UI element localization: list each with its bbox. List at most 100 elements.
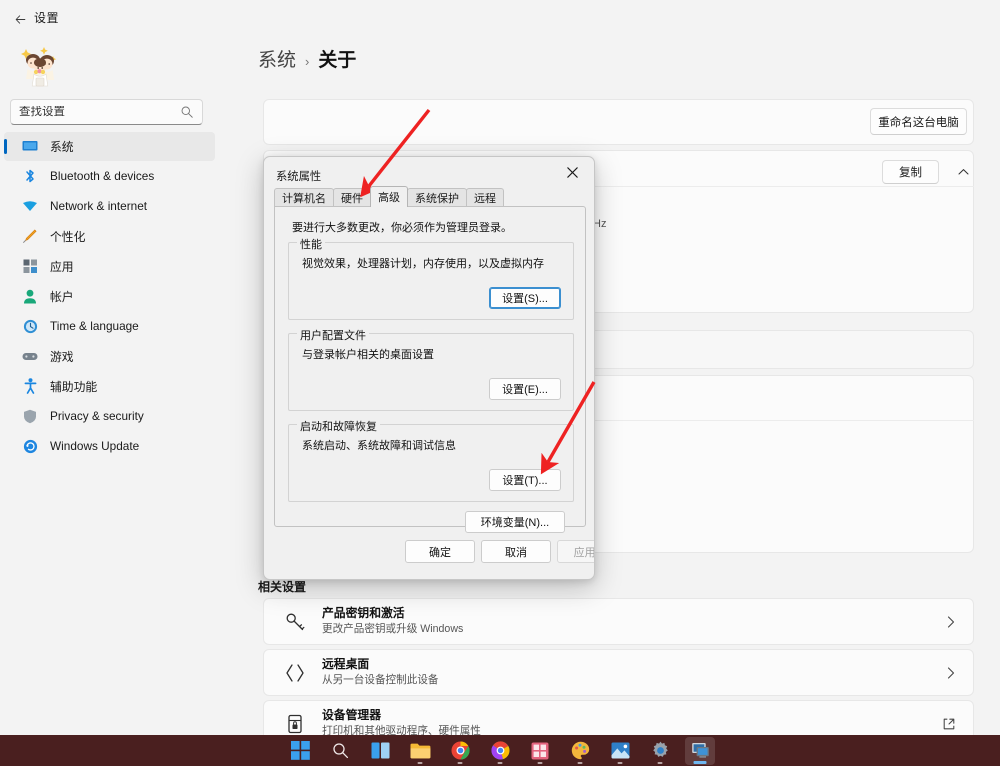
- paint-icon[interactable]: [565, 737, 595, 765]
- avatar-illustration: [14, 40, 66, 92]
- sidebar-item-label: 系统: [50, 138, 74, 155]
- sidebar-item-label: 帐户: [50, 288, 74, 305]
- sidebar-nav: 系统 Bluetooth & devices Network & interne…: [4, 132, 215, 462]
- apps-icon: [22, 258, 38, 274]
- admin-hint-text: 要进行大多数更改，你必须作为管理员登录。: [292, 219, 512, 235]
- running-indicator: [498, 762, 503, 764]
- settings-gear-icon[interactable]: [645, 737, 675, 765]
- settings-window: 设置: [0, 0, 1000, 766]
- sidebar-item-system[interactable]: 系统: [4, 132, 215, 161]
- user-profiles-group: 用户配置文件 与登录帐户相关的桌面设置 设置(E)...: [288, 333, 574, 411]
- performance-group-description: 视觉效果，处理器计划，内存使用，以及虚拟内存: [302, 255, 544, 271]
- dialog-tab-panel-advanced: 要进行大多数更改，你必须作为管理员登录。 性能 视觉效果，处理器计划，内存使用，…: [274, 206, 586, 527]
- wifi-icon: [22, 198, 38, 214]
- search-settings-box[interactable]: [10, 99, 203, 125]
- sidebar-item-network-internet[interactable]: Network & internet: [4, 192, 215, 221]
- app-title: 设置: [34, 9, 59, 26]
- back-arrow-glyph: [14, 13, 27, 26]
- related-settings-heading: 相关设置: [258, 578, 306, 595]
- monitor-icon: [22, 138, 38, 154]
- shield-icon: [22, 408, 38, 424]
- avatar[interactable]: [14, 40, 66, 92]
- account-icon: [22, 288, 38, 304]
- chevron-right-icon: [947, 616, 955, 628]
- taskbar: [0, 735, 1000, 766]
- related-row-subtitle: 从另一台设备控制此设备: [322, 673, 439, 688]
- sidebar-item-label: 应用: [50, 258, 74, 275]
- brush-icon: [22, 228, 38, 244]
- tab-system-protection[interactable]: 系统保护: [407, 188, 467, 207]
- tab-hardware[interactable]: 硬件: [333, 188, 371, 207]
- environment-variables-button[interactable]: 环境变量(N)...: [465, 511, 565, 533]
- tab-advanced[interactable]: 高级: [370, 186, 408, 207]
- startup-recovery-settings-button[interactable]: 设置(T)...: [489, 469, 561, 491]
- windows-start-icon[interactable]: [285, 737, 315, 765]
- system-properties-dialog[interactable]: 系统属性 计算机名 硬件 高级 系统保护 远程 要进行大多数更改，你必须作为管理…: [263, 156, 595, 580]
- active-indicator: [694, 761, 707, 764]
- ok-button[interactable]: 确定: [405, 540, 475, 563]
- chrome-icon[interactable]: [445, 737, 475, 765]
- gamepad-icon: [22, 348, 38, 364]
- sidebar-item-apps[interactable]: 应用: [4, 252, 215, 281]
- key-icon: [282, 609, 308, 635]
- sidebar-item-windows-update[interactable]: Windows Update: [4, 432, 215, 461]
- page-title: 关于: [318, 45, 356, 72]
- sidebar-item-accessibility[interactable]: 辅助功能: [4, 372, 215, 401]
- search-icon[interactable]: [325, 737, 355, 765]
- related-row-text: 产品密钥和激活 更改产品密钥或升级 Windows: [322, 606, 463, 637]
- running-indicator: [578, 762, 583, 764]
- performance-group-legend: 性能: [297, 236, 325, 252]
- sidebar-item-label: Time & language: [50, 319, 139, 333]
- external-link-icon: [943, 718, 955, 730]
- sidebar: 设置: [0, 0, 222, 735]
- chevron-right-icon: [947, 667, 955, 679]
- sidebar-item-label: Bluetooth & devices: [50, 169, 154, 183]
- sidebar-item-label: Windows Update: [50, 439, 139, 453]
- remote-desktop-icon: [282, 660, 308, 686]
- user-profiles-settings-button[interactable]: 设置(E)...: [489, 378, 561, 400]
- related-row-remote-desktop[interactable]: 远程桌面 从另一台设备控制此设备: [263, 649, 974, 696]
- remote-desktop-app-icon[interactable]: [685, 737, 715, 765]
- bluetooth-icon: [22, 168, 38, 184]
- running-indicator: [618, 762, 623, 764]
- chrome-beta-icon[interactable]: [485, 737, 515, 765]
- breadcrumb-parent[interactable]: 系统: [258, 45, 296, 72]
- refresh-rate-hz-text: Hz: [593, 218, 606, 230]
- sidebar-item-gaming[interactable]: 游戏: [4, 342, 215, 371]
- sidebar-item-personalization[interactable]: 个性化: [4, 222, 215, 251]
- sidebar-item-time-language[interactable]: Time & language: [4, 312, 215, 341]
- sidebar-item-bluetooth-devices[interactable]: Bluetooth & devices: [4, 162, 215, 191]
- sidebar-item-accounts[interactable]: 帐户: [4, 282, 215, 311]
- related-row-title: 远程桌面: [322, 657, 439, 672]
- performance-group: 性能 视觉效果，处理器计划，内存使用，以及虚拟内存 设置(S)...: [288, 242, 574, 320]
- update-icon: [22, 438, 38, 454]
- search-input[interactable]: [19, 106, 180, 118]
- photos-icon[interactable]: [605, 737, 635, 765]
- performance-settings-button[interactable]: 设置(S)...: [489, 287, 561, 309]
- running-indicator: [538, 762, 543, 764]
- file-explorer-icon[interactable]: [405, 737, 435, 765]
- sidebar-item-label: 辅助功能: [50, 378, 97, 395]
- sidebar-item-label: Network & internet: [50, 199, 147, 213]
- sidebar-item-privacy-security[interactable]: Privacy & security: [4, 402, 215, 431]
- sidebar-item-label: Privacy & security: [50, 409, 144, 423]
- running-indicator: [658, 762, 663, 764]
- cancel-button[interactable]: 取消: [481, 540, 551, 563]
- related-row-product-key[interactable]: 产品密钥和激活 更改产品密钥或升级 Windows: [263, 598, 974, 645]
- user-profiles-group-description: 与登录帐户相关的桌面设置: [302, 346, 434, 362]
- rename-pc-button[interactable]: 重命名这台电脑: [870, 108, 967, 135]
- dialog-title: 系统属性: [276, 168, 321, 184]
- microsoft-store-icon[interactable]: [525, 737, 555, 765]
- user-profiles-group-legend: 用户配置文件: [297, 327, 369, 343]
- tab-computer-name[interactable]: 计算机名: [274, 188, 334, 207]
- task-view-icon[interactable]: [365, 737, 395, 765]
- device-manager-icon: [282, 711, 308, 737]
- tab-remote[interactable]: 远程: [466, 188, 504, 207]
- back-arrow-icon[interactable]: [8, 7, 32, 31]
- chevron-up-icon-device-specs[interactable]: [952, 161, 974, 183]
- dialog-tabstrip: 计算机名 硬件 高级 系统保护 远程: [274, 187, 586, 207]
- related-row-title: 产品密钥和激活: [322, 606, 463, 621]
- copy-button-device-specs[interactable]: 复制: [882, 160, 939, 184]
- related-row-title: 设备管理器: [322, 708, 481, 723]
- close-icon[interactable]: [550, 157, 594, 187]
